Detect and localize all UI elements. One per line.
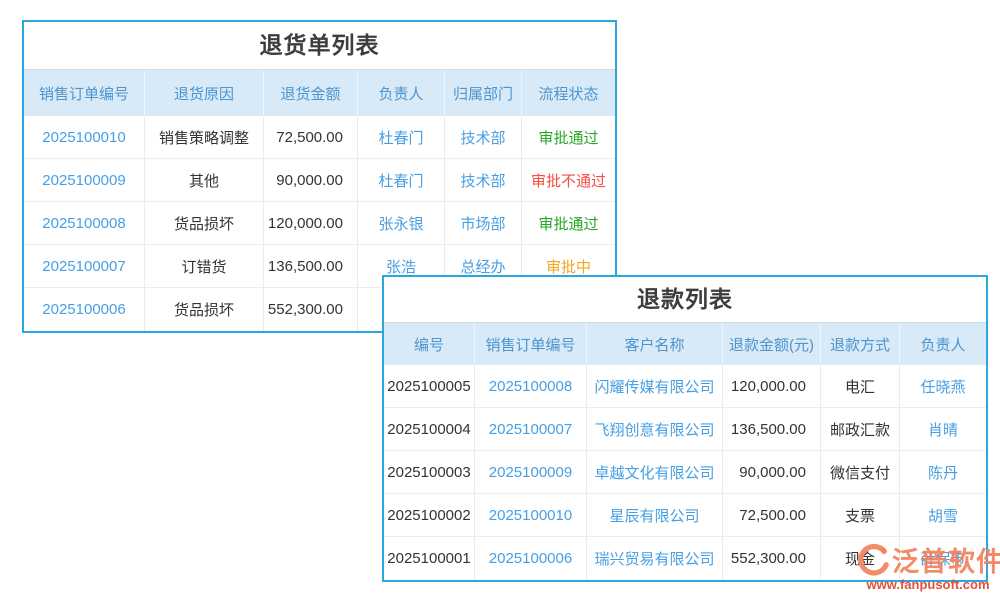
refund-amount-cell: 90,000.00 bbox=[723, 451, 821, 493]
owner-link[interactable]: 胡雪 bbox=[900, 494, 986, 536]
return-reason-cell: 销售策略调整 bbox=[145, 116, 264, 158]
department-link[interactable]: 市场部 bbox=[445, 202, 522, 244]
owner-link[interactable]: 杜春门 bbox=[358, 116, 445, 158]
department-link[interactable]: 技术部 bbox=[445, 159, 522, 201]
table-row[interactable]: 2025100004 2025100007 飞翔创意有限公司 136,500.0… bbox=[384, 408, 986, 451]
column-header[interactable]: 退货金额 bbox=[264, 70, 358, 116]
table-row[interactable]: 2025100005 2025100008 闪耀传媒有限公司 120,000.0… bbox=[384, 365, 986, 408]
return-reason-cell: 货品损坏 bbox=[145, 202, 264, 244]
refund-no-cell: 2025100004 bbox=[384, 408, 475, 450]
refund-amount-cell: 120,000.00 bbox=[723, 365, 821, 407]
column-header[interactable]: 销售订单编号 bbox=[24, 70, 145, 116]
column-header[interactable]: 客户名称 bbox=[587, 323, 723, 365]
sales-order-no-link[interactable]: 2025100008 bbox=[475, 365, 587, 407]
owner-link[interactable]: 张永银 bbox=[358, 202, 445, 244]
column-header[interactable]: 编号 bbox=[384, 323, 475, 365]
table-row[interactable]: 2025100010 销售策略调整 72,500.00 杜春门 技术部 审批通过 bbox=[24, 116, 615, 159]
refund-method-cell: 支票 bbox=[821, 494, 900, 536]
owner-link[interactable]: 杜春门 bbox=[358, 159, 445, 201]
return-amount-cell: 90,000.00 bbox=[264, 159, 358, 201]
customer-name-link[interactable]: 瑞兴贸易有限公司 bbox=[587, 537, 723, 580]
column-header[interactable]: 退货原因 bbox=[145, 70, 264, 116]
refund-method-cell: 现金 bbox=[821, 537, 900, 580]
owner-link[interactable]: 肖晴 bbox=[900, 408, 986, 450]
refund-table-body: 2025100005 2025100008 闪耀传媒有限公司 120,000.0… bbox=[384, 365, 986, 580]
sales-order-no-link[interactable]: 2025100009 bbox=[24, 159, 145, 201]
sales-order-no-link[interactable]: 2025100007 bbox=[24, 245, 145, 287]
refund-no-cell: 2025100005 bbox=[384, 365, 475, 407]
column-header[interactable]: 退款方式 bbox=[821, 323, 900, 365]
refund-amount-cell: 552,300.00 bbox=[723, 537, 821, 580]
owner-link[interactable]: 薛保市 bbox=[900, 537, 986, 580]
column-header[interactable]: 归属部门 bbox=[445, 70, 522, 116]
sales-order-no-link[interactable]: 2025100007 bbox=[475, 408, 587, 450]
refund-table-header: 编号 销售订单编号 客户名称 退款金额(元) 退款方式 负责人 bbox=[384, 322, 986, 365]
return-amount-cell: 136,500.00 bbox=[264, 245, 358, 287]
return-reason-cell: 订错货 bbox=[145, 245, 264, 287]
column-header[interactable]: 销售订单编号 bbox=[475, 323, 587, 365]
sales-order-no-link[interactable]: 2025100010 bbox=[475, 494, 587, 536]
sales-order-no-link[interactable]: 2025100010 bbox=[24, 116, 145, 158]
customer-name-link[interactable]: 飞翔创意有限公司 bbox=[587, 408, 723, 450]
sales-order-no-link[interactable]: 2025100006 bbox=[475, 537, 587, 580]
column-header[interactable]: 退款金额(元) bbox=[723, 323, 821, 365]
return-amount-cell: 120,000.00 bbox=[264, 202, 358, 244]
owner-link[interactable]: 任晓燕 bbox=[900, 365, 986, 407]
column-header[interactable]: 负责人 bbox=[358, 70, 445, 116]
owner-link[interactable]: 陈丹 bbox=[900, 451, 986, 493]
sales-order-no-link[interactable]: 2025100008 bbox=[24, 202, 145, 244]
table-row[interactable]: 2025100003 2025100009 卓越文化有限公司 90,000.00… bbox=[384, 451, 986, 494]
return-amount-cell: 552,300.00 bbox=[264, 288, 358, 331]
table-row[interactable]: 2025100002 2025100010 星辰有限公司 72,500.00 支… bbox=[384, 494, 986, 537]
department-link[interactable]: 技术部 bbox=[445, 116, 522, 158]
refund-method-cell: 电汇 bbox=[821, 365, 900, 407]
refund-no-cell: 2025100002 bbox=[384, 494, 475, 536]
refund-amount-cell: 72,500.00 bbox=[723, 494, 821, 536]
customer-name-link[interactable]: 星辰有限公司 bbox=[587, 494, 723, 536]
return-reason-cell: 其他 bbox=[145, 159, 264, 201]
return-table-title: 退货单列表 bbox=[24, 22, 615, 69]
workflow-status-cell: 审批通过 bbox=[522, 116, 615, 158]
refund-method-cell: 微信支付 bbox=[821, 451, 900, 493]
workflow-status-cell: 审批通过 bbox=[522, 202, 615, 244]
refund-no-cell: 2025100003 bbox=[384, 451, 475, 493]
customer-name-link[interactable]: 闪耀传媒有限公司 bbox=[587, 365, 723, 407]
table-row[interactable]: 2025100008 货品损坏 120,000.00 张永银 市场部 审批通过 bbox=[24, 202, 615, 245]
refund-amount-cell: 136,500.00 bbox=[723, 408, 821, 450]
refund-table: 退款列表 编号 销售订单编号 客户名称 退款金额(元) 退款方式 负责人 202… bbox=[382, 275, 988, 582]
return-amount-cell: 72,500.00 bbox=[264, 116, 358, 158]
workflow-status-cell: 审批不通过 bbox=[522, 159, 615, 201]
customer-name-link[interactable]: 卓越文化有限公司 bbox=[587, 451, 723, 493]
sales-order-no-link[interactable]: 2025100009 bbox=[475, 451, 587, 493]
refund-table-title: 退款列表 bbox=[384, 277, 986, 322]
table-row[interactable]: 2025100009 其他 90,000.00 杜春门 技术部 审批不通过 bbox=[24, 159, 615, 202]
column-header[interactable]: 负责人 bbox=[900, 323, 986, 365]
refund-no-cell: 2025100001 bbox=[384, 537, 475, 580]
return-table-header: 销售订单编号 退货原因 退货金额 负责人 归属部门 流程状态 bbox=[24, 69, 615, 116]
return-reason-cell: 货品损坏 bbox=[145, 288, 264, 331]
table-row[interactable]: 2025100001 2025100006 瑞兴贸易有限公司 552,300.0… bbox=[384, 537, 986, 580]
sales-order-no-link[interactable]: 2025100006 bbox=[24, 288, 145, 331]
column-header[interactable]: 流程状态 bbox=[522, 70, 615, 116]
refund-method-cell: 邮政汇款 bbox=[821, 408, 900, 450]
